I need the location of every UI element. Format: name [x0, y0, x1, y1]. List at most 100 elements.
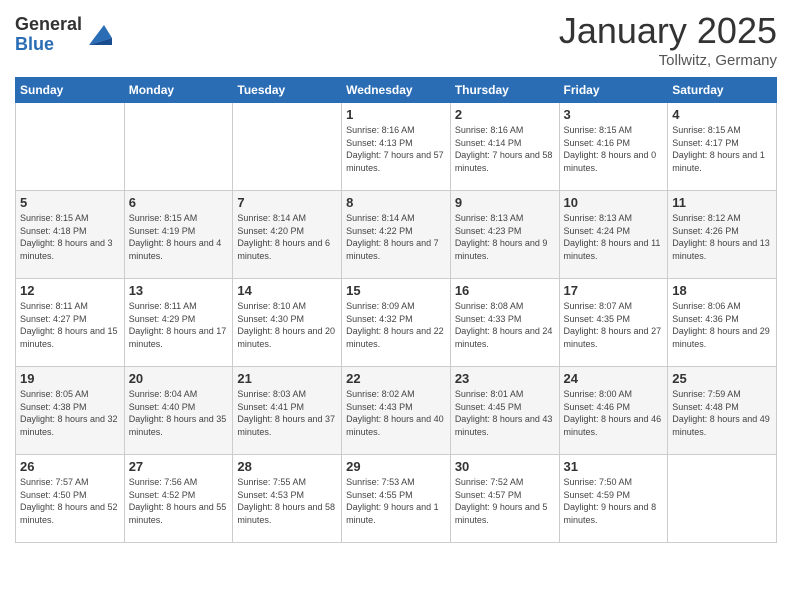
table-row: 19 Sunrise: 8:05 AM Sunset: 4:38 PM Dayli… [16, 367, 125, 455]
cell-info: Sunrise: 8:06 AM Sunset: 4:36 PM Dayligh… [672, 300, 772, 350]
cell-info: Sunrise: 8:02 AM Sunset: 4:43 PM Dayligh… [346, 388, 446, 438]
table-row: 28 Sunrise: 7:55 AM Sunset: 4:53 PM Dayli… [233, 455, 342, 543]
day-number: 17 [564, 283, 664, 298]
table-row: 24 Sunrise: 8:00 AM Sunset: 4:46 PM Dayli… [559, 367, 668, 455]
day-number: 4 [672, 107, 772, 122]
calendar-header: Sunday Monday Tuesday Wednesday Thursday… [16, 78, 777, 103]
header-saturday: Saturday [668, 78, 777, 103]
logo-blue-text: Blue [15, 35, 82, 55]
table-row: 10 Sunrise: 8:13 AM Sunset: 4:24 PM Dayli… [559, 191, 668, 279]
cell-info: Sunrise: 7:57 AM Sunset: 4:50 PM Dayligh… [20, 476, 120, 526]
table-row: 4 Sunrise: 8:15 AM Sunset: 4:17 PM Daylig… [668, 103, 777, 191]
day-number: 16 [455, 283, 555, 298]
cell-info: Sunrise: 8:05 AM Sunset: 4:38 PM Dayligh… [20, 388, 120, 438]
cell-info: Sunrise: 7:50 AM Sunset: 4:59 PM Dayligh… [564, 476, 664, 526]
logo-icon [84, 20, 114, 50]
table-row: 13 Sunrise: 8:11 AM Sunset: 4:29 PM Dayli… [124, 279, 233, 367]
cell-info: Sunrise: 7:56 AM Sunset: 4:52 PM Dayligh… [129, 476, 229, 526]
cell-info: Sunrise: 8:13 AM Sunset: 4:24 PM Dayligh… [564, 212, 664, 262]
table-row: 6 Sunrise: 8:15 AM Sunset: 4:19 PM Daylig… [124, 191, 233, 279]
day-number: 23 [455, 371, 555, 386]
day-number: 26 [20, 459, 120, 474]
day-number: 19 [20, 371, 120, 386]
cell-info: Sunrise: 8:11 AM Sunset: 4:29 PM Dayligh… [129, 300, 229, 350]
day-number: 15 [346, 283, 446, 298]
day-number: 5 [20, 195, 120, 210]
cell-info: Sunrise: 8:00 AM Sunset: 4:46 PM Dayligh… [564, 388, 664, 438]
cell-info: Sunrise: 8:14 AM Sunset: 4:22 PM Dayligh… [346, 212, 446, 262]
day-number: 14 [237, 283, 337, 298]
table-row: 29 Sunrise: 7:53 AM Sunset: 4:55 PM Dayli… [342, 455, 451, 543]
header-thursday: Thursday [450, 78, 559, 103]
title-block: January 2025 Tollwitz, Germany [559, 10, 777, 69]
table-row: 11 Sunrise: 8:12 AM Sunset: 4:26 PM Dayli… [668, 191, 777, 279]
cell-info: Sunrise: 8:14 AM Sunset: 4:20 PM Dayligh… [237, 212, 337, 262]
table-row: 17 Sunrise: 8:07 AM Sunset: 4:35 PM Dayli… [559, 279, 668, 367]
cell-info: Sunrise: 8:15 AM Sunset: 4:19 PM Dayligh… [129, 212, 229, 262]
location-title: Tollwitz, Germany [559, 52, 777, 69]
day-number: 8 [346, 195, 446, 210]
table-row: 30 Sunrise: 7:52 AM Sunset: 4:57 PM Dayli… [450, 455, 559, 543]
table-row: 15 Sunrise: 8:09 AM Sunset: 4:32 PM Dayli… [342, 279, 451, 367]
cell-info: Sunrise: 8:12 AM Sunset: 4:26 PM Dayligh… [672, 212, 772, 262]
day-number: 20 [129, 371, 229, 386]
day-number: 1 [346, 107, 446, 122]
table-row [233, 103, 342, 191]
table-row: 31Sunrise: 7:50 AM Sunset: 4:59 PM Dayli… [559, 455, 668, 543]
table-row [124, 103, 233, 191]
table-row: 18 Sunrise: 8:06 AM Sunset: 4:36 PM Dayli… [668, 279, 777, 367]
cell-info: Sunrise: 8:15 AM Sunset: 4:16 PM Dayligh… [564, 124, 664, 174]
day-number: 13 [129, 283, 229, 298]
day-number: 2 [455, 107, 555, 122]
header-tuesday: Tuesday [233, 78, 342, 103]
table-row: 20 Sunrise: 8:04 AM Sunset: 4:40 PM Dayli… [124, 367, 233, 455]
header-sunday: Sunday [16, 78, 125, 103]
cell-info: Sunrise: 8:15 AM Sunset: 4:18 PM Dayligh… [20, 212, 120, 262]
cell-info: Sunrise: 7:55 AM Sunset: 4:53 PM Dayligh… [237, 476, 337, 526]
logo: General Blue [15, 15, 114, 55]
cell-info: Sunrise: 8:16 AM Sunset: 4:13 PM Dayligh… [346, 124, 446, 174]
cell-info: Sunrise: 8:04 AM Sunset: 4:40 PM Dayligh… [129, 388, 229, 438]
cell-info: Sunrise: 8:09 AM Sunset: 4:32 PM Dayligh… [346, 300, 446, 350]
table-row [668, 455, 777, 543]
table-row: 23Sunrise: 8:01 AM Sunset: 4:45 PM Dayli… [450, 367, 559, 455]
table-row: 2 Sunrise: 8:16 AM Sunset: 4:14 PM Daylig… [450, 103, 559, 191]
table-row: 21Sunrise: 8:03 AM Sunset: 4:41 PM Dayli… [233, 367, 342, 455]
table-row: 14 Sunrise: 8:10 AM Sunset: 4:30 PM Dayli… [233, 279, 342, 367]
cell-info: Sunrise: 7:52 AM Sunset: 4:57 PM Dayligh… [455, 476, 555, 526]
cell-info: Sunrise: 8:10 AM Sunset: 4:30 PM Dayligh… [237, 300, 337, 350]
day-number: 12 [20, 283, 120, 298]
day-number: 11 [672, 195, 772, 210]
calendar-table: Sunday Monday Tuesday Wednesday Thursday… [15, 77, 777, 543]
table-row: 8 Sunrise: 8:14 AM Sunset: 4:22 PM Daylig… [342, 191, 451, 279]
cell-info: Sunrise: 8:16 AM Sunset: 4:14 PM Dayligh… [455, 124, 555, 174]
day-number: 24 [564, 371, 664, 386]
table-row: 7 Sunrise: 8:14 AM Sunset: 4:20 PM Daylig… [233, 191, 342, 279]
cell-info: Sunrise: 7:59 AM Sunset: 4:48 PM Dayligh… [672, 388, 772, 438]
day-number: 29 [346, 459, 446, 474]
cell-info: Sunrise: 8:07 AM Sunset: 4:35 PM Dayligh… [564, 300, 664, 350]
day-number: 22 [346, 371, 446, 386]
cell-info: Sunrise: 8:03 AM Sunset: 4:41 PM Dayligh… [237, 388, 337, 438]
day-number: 7 [237, 195, 337, 210]
day-number: 28 [237, 459, 337, 474]
table-row: 27 Sunrise: 7:56 AM Sunset: 4:52 PM Dayli… [124, 455, 233, 543]
day-number: 18 [672, 283, 772, 298]
page-header: General Blue January 2025 Tollwitz, Germ… [15, 10, 777, 69]
table-row: 3 Sunrise: 8:15 AM Sunset: 4:16 PM Daylig… [559, 103, 668, 191]
table-row [16, 103, 125, 191]
table-row: 9Sunrise: 8:13 AM Sunset: 4:23 PM Daylig… [450, 191, 559, 279]
month-title: January 2025 [559, 10, 777, 52]
header-monday: Monday [124, 78, 233, 103]
cell-info: Sunrise: 8:15 AM Sunset: 4:17 PM Dayligh… [672, 124, 772, 174]
cell-info: Sunrise: 7:53 AM Sunset: 4:55 PM Dayligh… [346, 476, 446, 526]
table-row: 25Sunrise: 7:59 AM Sunset: 4:48 PM Dayli… [668, 367, 777, 455]
day-number: 6 [129, 195, 229, 210]
day-number: 27 [129, 459, 229, 474]
table-row: 16Sunrise: 8:08 AM Sunset: 4:33 PM Dayli… [450, 279, 559, 367]
day-number: 3 [564, 107, 664, 122]
logo-general-text: General [15, 15, 82, 35]
day-number: 10 [564, 195, 664, 210]
table-row: 22 Sunrise: 8:02 AM Sunset: 4:43 PM Dayli… [342, 367, 451, 455]
day-number: 30 [455, 459, 555, 474]
